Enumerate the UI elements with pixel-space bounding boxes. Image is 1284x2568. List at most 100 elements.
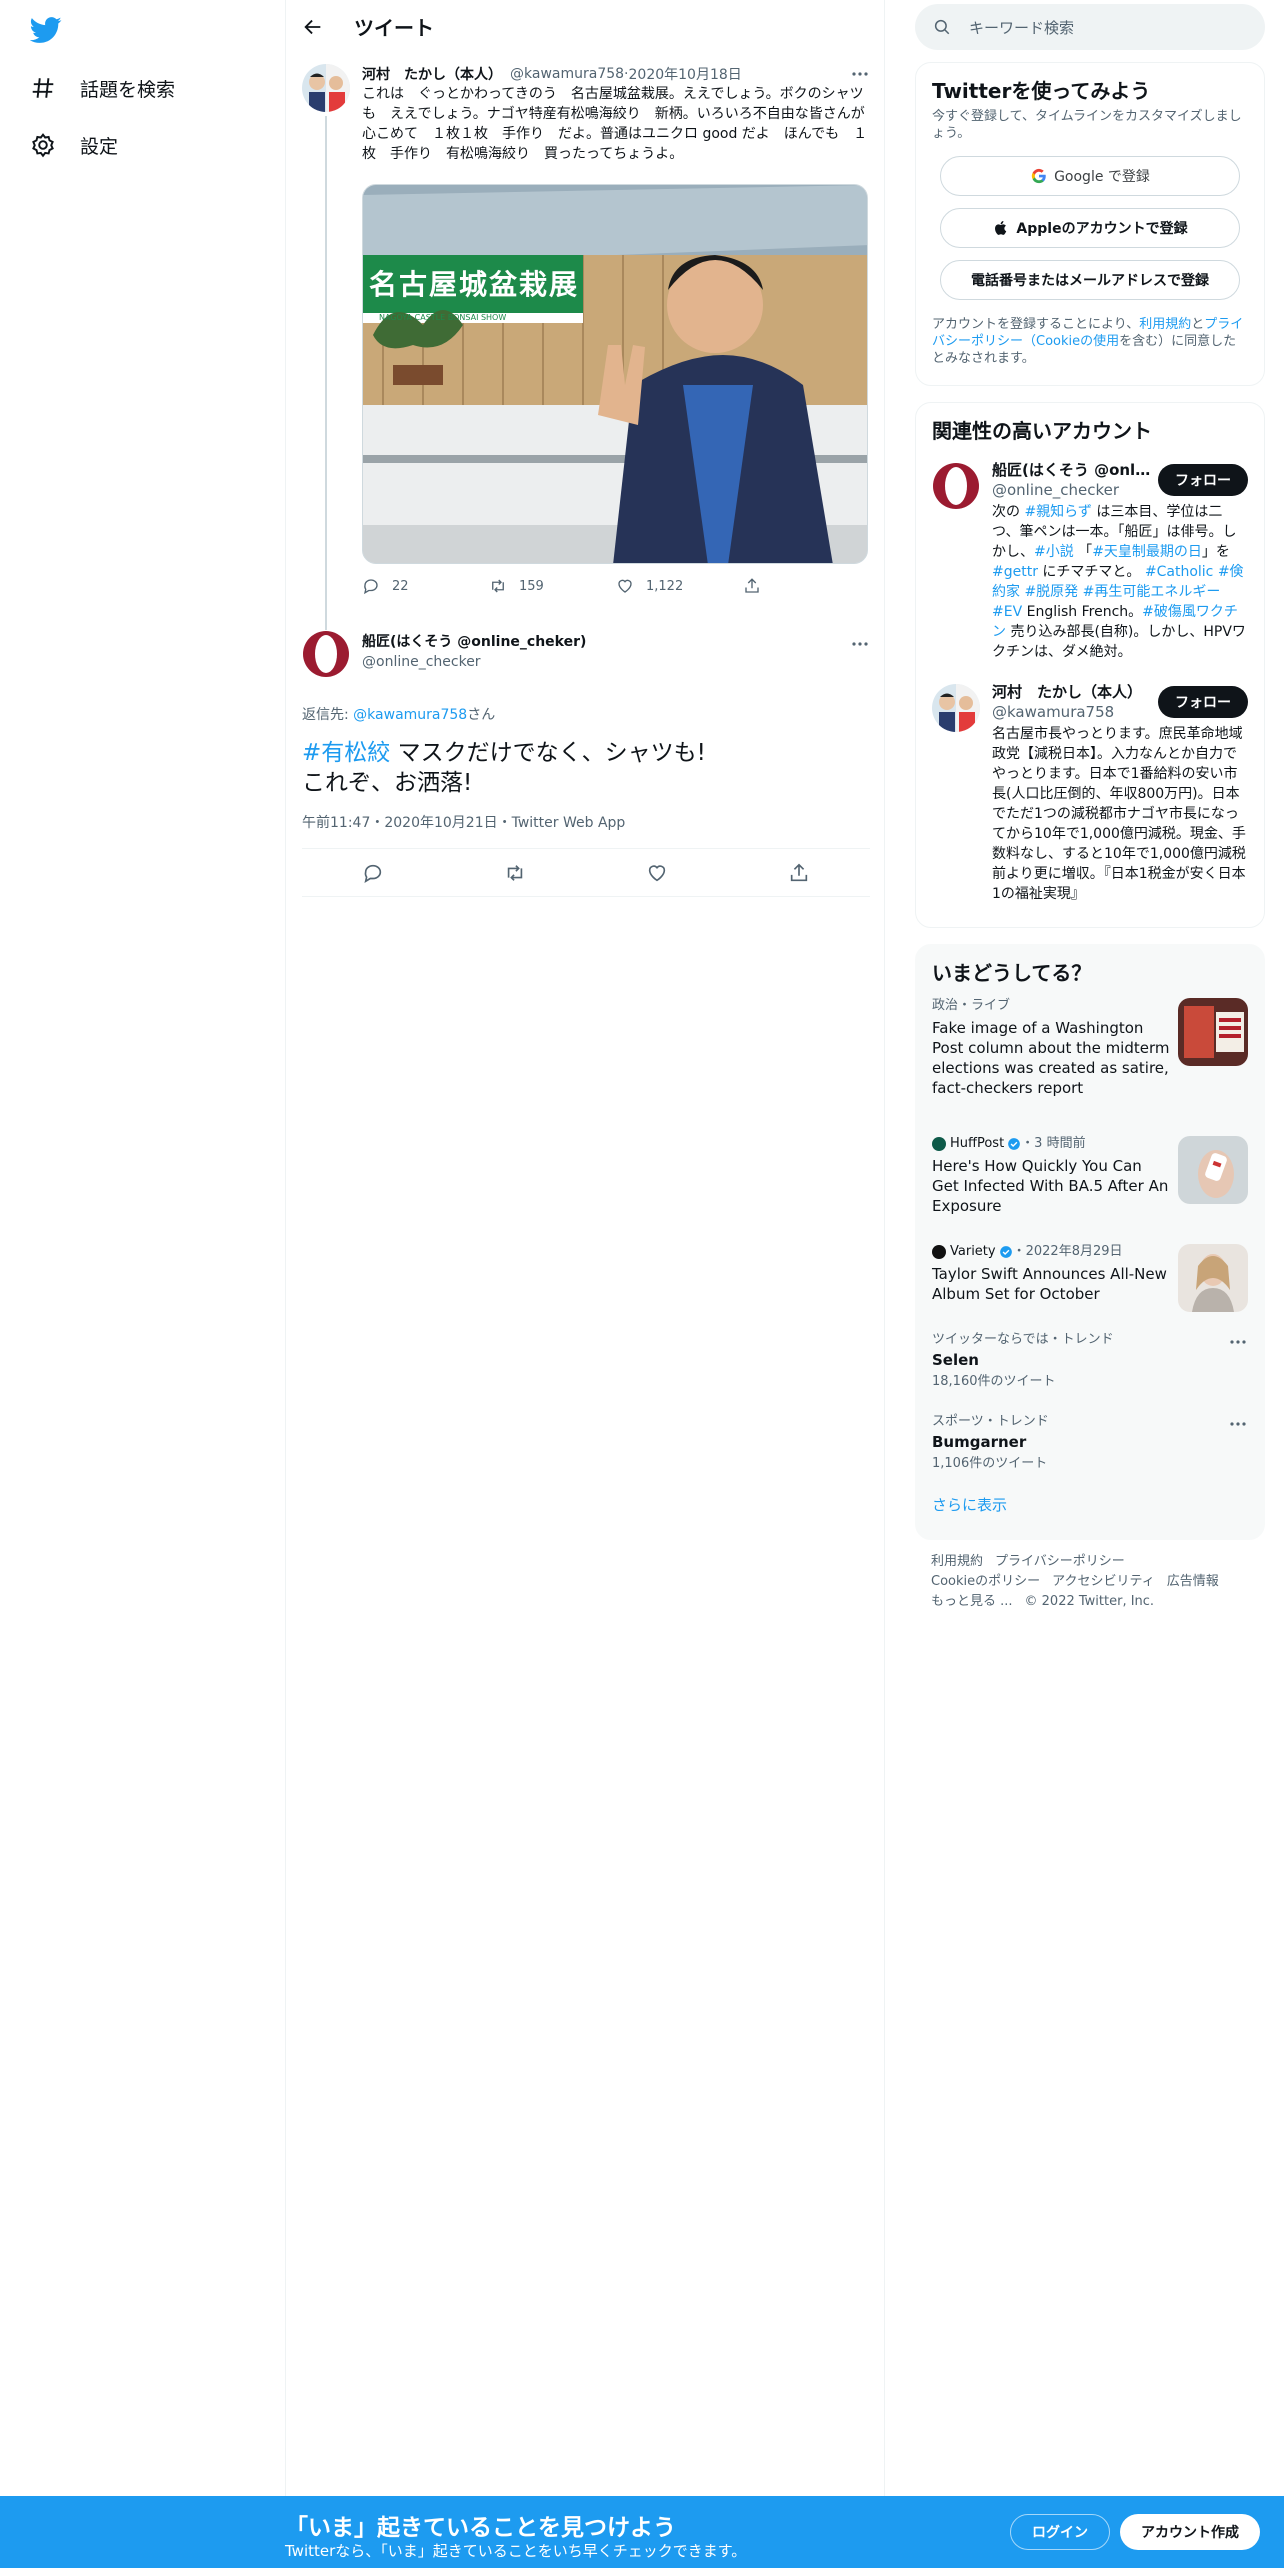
trend-item[interactable]: 政治・ライブ Fake image of a Washington Post c… <box>916 998 1264 1124</box>
parent-tweet[interactable]: 河村 たかし（本人） @kawamura758 · 2020年10月18日 これ… <box>302 64 879 632</box>
trends-title: いまどうしてる？ <box>932 961 1092 985</box>
twitter-logo-icon[interactable] <box>30 14 62 46</box>
author-handle[interactable]: @online_checker <box>362 652 586 672</box>
more-icon[interactable] <box>1228 1414 1248 1434</box>
trend-headline: Fake image of a Washington Post column a… <box>932 1019 1170 1097</box>
reply-icon[interactable] <box>362 862 384 884</box>
bio-text: 「 <box>1073 544 1093 560</box>
trend-time: ・2022年8月29日 <box>1012 1244 1123 1259</box>
tweet-actions: 22 159 1,122 <box>362 576 870 596</box>
search-input[interactable]: キーワード検索 <box>915 4 1265 50</box>
follow-button[interactable]: フォロー <box>1158 464 1248 496</box>
phone-signup-label: 電話番号またはメールアドレスで登録 <box>971 273 1209 289</box>
tweet-actions <box>302 849 870 897</box>
tweet-text: これは ぐっとかわってきのう 名古屋城盆栽展。ええでしょう。ボクのシャツも ええ… <box>362 86 879 162</box>
hashtag-link[interactable]: #有松絞 <box>302 740 390 766</box>
tweet-text: #有松絞 マスクだけでなく、シャツも! これぞ、お洒落! <box>302 738 870 798</box>
trend-item[interactable]: HuffPost ・3 時間前 Here's How Quickly You C… <box>916 1124 1264 1232</box>
hashtag-link[interactable]: #小説 <box>1034 544 1074 560</box>
hashtag-link[interactable]: #gettr <box>992 564 1038 580</box>
show-more-link[interactable]: さらに表示 <box>916 1484 1264 1527</box>
footer-links: 利用規約 プライバシーポリシー Cookieのポリシー アクセシビリティ 広告情報 も… <box>931 1552 1251 1612</box>
more-icon[interactable] <box>850 64 870 84</box>
google-signup-button[interactable]: Google で登録 <box>940 156 1240 196</box>
nav-settings[interactable]: 設定 <box>30 125 118 165</box>
heart-icon[interactable] <box>646 862 668 884</box>
legal-part: アカウントを登録することにより、 <box>932 317 1140 332</box>
retweet-button[interactable]: 159 <box>489 577 616 595</box>
reply-button[interactable]: 22 <box>362 577 489 595</box>
avatar[interactable] <box>302 64 350 112</box>
avatar[interactable] <box>932 462 980 510</box>
related-account-2[interactable]: フォロー 河村 たかし（本人） @kawamura758 名古屋市長やっとります… <box>916 682 1264 904</box>
related-account-1[interactable]: フォロー 船匠(はくそう @onli... @online_checker 次の… <box>916 460 1264 662</box>
show-more-label: さらに表示 <box>932 1496 1008 1514</box>
apple-signup-label: Appleのアカウントで登録 <box>1016 221 1188 237</box>
trend-headline: Here's How Quickly You Can Get Infected … <box>932 1157 1169 1215</box>
footer-ads-link[interactable]: 広告情報 <box>1167 1574 1219 1589</box>
footer-more-link[interactable]: もっと見る ... <box>931 1594 1013 1609</box>
share-button[interactable] <box>743 577 870 595</box>
legal-part: と <box>1191 317 1205 332</box>
bio-text: 」を <box>1201 544 1230 560</box>
login-button[interactable]: ログイン <box>1010 2514 1110 2550</box>
trend-thumbnail <box>1178 1136 1248 1204</box>
reply-icon <box>364 579 378 595</box>
tweet-text-line2: これぞ、お洒落! <box>302 770 473 796</box>
retweet-icon[interactable] <box>504 862 526 884</box>
heart-icon <box>618 579 632 593</box>
tweet-date[interactable]: 2020年10月18日 <box>629 64 742 84</box>
footer-privacy-link[interactable]: プライバシーポリシー <box>995 1554 1125 1569</box>
verified-icon <box>1004 1137 1021 1151</box>
signup-button[interactable]: アカウント作成 <box>1120 2514 1260 2550</box>
like-button[interactable]: 1,122 <box>616 577 743 595</box>
trend-item[interactable]: Variety ・2022年8月29日 Taylor Swift Announc… <box>916 1232 1264 1320</box>
trend-item[interactable]: スポーツ・トレンド Bumgarner 1,106件のツイート <box>916 1402 1264 1484</box>
page-title: ツイート <box>354 16 434 40</box>
tweet-text-line1: マスクだけでなく、シャツも! <box>390 740 706 766</box>
huffpost-logo-icon <box>932 1137 946 1151</box>
avatar[interactable] <box>302 630 350 678</box>
photo-banner-subtext: NAGOYA CASTLE BONSAI SHOW <box>379 313 507 322</box>
account-name[interactable]: 船匠(はくそう @onli... <box>992 460 1152 480</box>
hashtag-link[interactable]: #親知らず <box>1024 504 1091 520</box>
search-icon <box>933 18 969 36</box>
hashtag-link[interactable]: #天皇制最期の日 <box>1092 544 1202 560</box>
tweet-photo[interactable]: 名古屋城盆栽展 NAGOYA CASTLE BONSAI SHOW <box>362 184 868 564</box>
signup-subtitle: 今すぐ登録して、タイムラインをカスタマイズしましょう。 <box>932 109 1242 141</box>
apple-signup-button[interactable]: Appleのアカウントで登録 <box>940 208 1240 248</box>
nav-explore[interactable]: 話題を検索 <box>30 68 175 108</box>
trend-thumbnail <box>1178 1244 1248 1312</box>
nav-explore-label: 話題を検索 <box>80 78 176 101</box>
more-icon[interactable] <box>1228 1332 1248 1352</box>
account-bio: 名古屋市長やっとります。庶民革命地域政党【減税日本】。入力なんとか自力でやっとり… <box>992 726 1246 902</box>
tweet-meta[interactable]: 午前11:47・2020年10月21日・Twitter Web App <box>302 812 870 849</box>
footer-cookie-link[interactable]: Cookieのポリシー <box>931 1574 1040 1589</box>
author-handle[interactable]: @kawamura758 <box>510 66 624 82</box>
more-icon[interactable] <box>850 634 870 654</box>
legal-text: アカウントを登録することにより、利用規約とプライバシーポリシー（Cookieの使… <box>916 316 1264 367</box>
follow-button[interactable]: フォロー <box>1158 686 1248 718</box>
left-nav: 話題を検索 設定 <box>0 0 285 2568</box>
trend-time: ・3 時間前 <box>1021 1136 1086 1151</box>
trend-name: Bumgarner <box>932 1433 1027 1451</box>
trend-source: Variety <box>950 1244 996 1259</box>
google-icon <box>1030 167 1054 185</box>
share-icon[interactable] <box>788 862 810 884</box>
banner-subtitle: Twitterなら、「いま」起きていることをいち早くチェックできます。 <box>285 2542 747 2560</box>
reply-handle-link[interactable]: @kawamura758 <box>353 707 467 723</box>
footer-accessibility-link[interactable]: アクセシビリティ <box>1052 1574 1155 1589</box>
variety-logo-icon <box>932 1245 946 1259</box>
back-arrow-icon[interactable] <box>302 16 324 38</box>
phone-signup-button[interactable]: 電話番号またはメールアドレスで登録 <box>940 260 1240 300</box>
avatar[interactable] <box>932 684 980 732</box>
footer-terms-link[interactable]: 利用規約 <box>931 1554 983 1569</box>
trend-item[interactable]: ツイッターならでは・トレンド Selen 18,160件のツイート <box>916 1320 1264 1402</box>
gear-icon <box>30 132 56 158</box>
author-name[interactable]: 河村 たかし（本人） <box>362 64 502 84</box>
terms-link[interactable]: 利用規約 <box>1139 317 1191 332</box>
related-accounts-card: 関連性の高いアカウント フォロー 船匠(はくそう @onli... @onlin… <box>915 402 1265 928</box>
trend-headline: Taylor Swift Announces All-New Album Set… <box>932 1265 1167 1303</box>
account-name[interactable]: 河村 たかし（本人） <box>992 682 1152 702</box>
author-name[interactable]: 船匠(はくそう @online_cheker) <box>362 632 586 652</box>
